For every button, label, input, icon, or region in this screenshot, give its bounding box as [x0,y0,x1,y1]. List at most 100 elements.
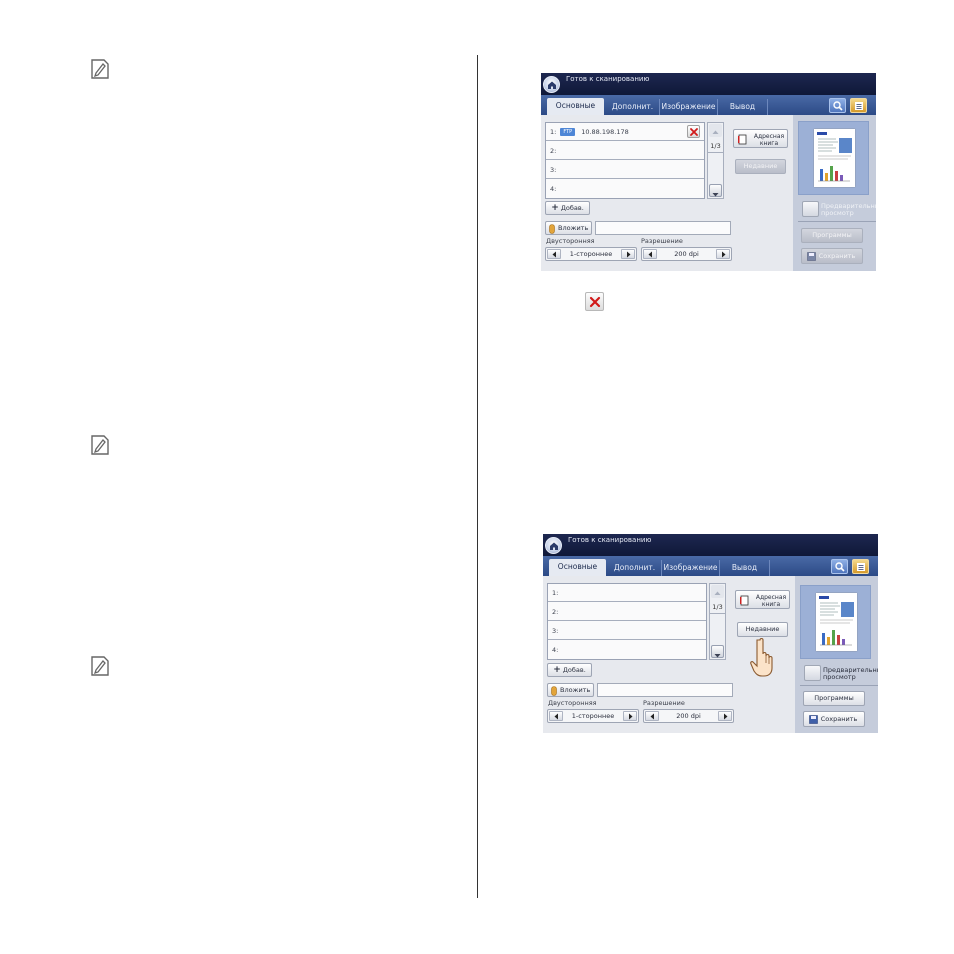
preview-checkbox[interactable] [802,201,819,217]
destination-list: 1: 2: 3: 4: [547,583,707,660]
save-button[interactable]: Сохранить [803,711,865,727]
side-panel: Предварительный просмотр Программы Сохра… [795,576,878,733]
list-item[interactable]: 2: [548,603,706,621]
plus-icon: + [551,203,559,213]
address-book-button[interactable]: Адресная книга [735,590,790,609]
resolution-stepper[interactable]: 200 dpi [643,709,734,723]
paperclip-icon [551,686,557,696]
tab-advanced[interactable]: Дополнит. [606,99,660,115]
home-icon[interactable] [543,76,560,93]
scan-screen-2: Готов к сканированию Основные Дополнит. … [543,534,878,733]
preview-label: Предварительный просмотр [821,203,876,217]
preview-thumbnail [800,585,871,659]
list-item[interactable]: 3: [548,622,706,640]
list-item[interactable]: 1: [548,584,706,602]
scroll-down-icon[interactable] [709,184,722,197]
destination-address: 10.88.198.178 [581,128,629,136]
arrow-right-icon[interactable] [716,249,730,259]
programs-button[interactable]: Программы [801,228,863,243]
list-scrollbar[interactable]: 1/3 [707,122,724,199]
duplex-stepper[interactable]: 1-стороннее [547,709,639,723]
list-item[interactable]: 3: [546,161,704,179]
delete-icon[interactable] [687,125,700,138]
list-scrollbar[interactable]: 1/3 [709,583,726,660]
attach-button[interactable]: Вложить [547,683,594,697]
list-item[interactable]: 4: [548,641,706,659]
list-item[interactable]: 2: [546,142,704,160]
recent-button[interactable]: Недавние [735,159,786,174]
tab-advanced[interactable]: Дополнит. [608,560,662,576]
add-button[interactable]: + Добав. [545,201,590,215]
attach-field[interactable] [595,221,731,235]
page-indicator: 1/3 [710,603,725,614]
arrow-right-icon[interactable] [623,711,637,721]
duplex-label: Двусторонняя [548,699,597,707]
arrow-left-icon[interactable] [645,711,659,721]
tab-image[interactable]: Изображение [660,99,718,115]
zoom-icon[interactable] [831,559,848,574]
duplex-label: Двусторонняя [546,237,595,245]
save-icon [809,715,818,724]
duplex-stepper[interactable]: 1-стороннее [545,247,637,261]
status-text: Готов к сканированию [568,536,652,544]
document-thumbnail [816,593,857,651]
attach-field[interactable] [597,683,733,697]
page-indicator: 1/3 [708,142,723,153]
add-button[interactable]: + Добав. [547,663,592,677]
separator [798,221,876,222]
note-icon [89,434,111,456]
preview-checkbox[interactable] [804,665,821,681]
preview-label: Предварительный просмотр [823,667,878,681]
address-book-icon [740,595,749,606]
main-area: 1: FTP 10.88.198.178 2: 3: 4: 1/3 Адресная… [541,115,793,271]
side-panel: Предварительный просмотр Программы Сохра… [793,115,876,271]
save-icon [807,252,816,261]
plus-icon: + [553,665,561,675]
paperclip-icon [549,224,555,234]
scroll-down-icon[interactable] [711,645,724,658]
status-text: Готов к сканированию [566,75,650,83]
address-book-button[interactable]: Адресная книга [733,129,788,148]
tab-basic[interactable]: Основные [549,559,606,576]
tab-bar: Основные Дополнит. Изображение Вывод [541,95,876,115]
main-area: 1: 2: 3: 4: 1/3 Адресная книга Недавние … [543,576,795,733]
arrow-right-icon[interactable] [621,249,635,259]
tab-basic[interactable]: Основные [547,98,604,115]
save-button[interactable]: Сохранить [801,248,863,264]
scroll-up-icon[interactable] [709,124,722,137]
scan-screen-1: Готов к сканированию Основные Дополнит. … [541,73,876,271]
home-icon[interactable] [545,537,562,554]
tab-output[interactable]: Вывод [718,99,768,115]
address-book-icon [738,134,747,145]
list-item[interactable]: 4: [546,180,704,198]
scroll-up-icon[interactable] [711,585,724,598]
preview-thumbnail [798,121,869,195]
arrow-left-icon[interactable] [643,249,657,259]
title-bar: Готов к сканированию [541,73,876,95]
zoom-icon[interactable] [829,98,846,113]
tab-image[interactable]: Изображение [662,560,720,576]
arrow-right-icon[interactable] [718,711,732,721]
separator [800,685,878,686]
note-icon [89,655,111,677]
resolution-stepper[interactable]: 200 dpi [641,247,732,261]
delete-icon [585,292,604,311]
tab-output[interactable]: Вывод [720,560,770,576]
hand-pointer-icon [750,637,773,677]
programs-button[interactable]: Программы [803,691,865,706]
destination-list: 1: FTP 10.88.198.178 2: 3: 4: [545,122,705,199]
title-bar: Готов к сканированию [543,534,878,556]
column-divider [477,55,478,898]
arrow-left-icon[interactable] [547,249,561,259]
ftp-badge: FTP [560,128,576,136]
document-thumbnail [814,129,855,187]
resolution-label: Разрешение [641,237,683,245]
job-status-icon[interactable] [852,559,869,574]
note-icon [89,58,111,80]
arrow-left-icon[interactable] [549,711,563,721]
resolution-label: Разрешение [643,699,685,707]
list-item[interactable]: 1: FTP 10.88.198.178 [546,123,704,141]
recent-button[interactable]: Недавние [737,622,788,637]
attach-button[interactable]: Вложить [545,221,592,235]
job-status-icon[interactable] [850,98,867,113]
